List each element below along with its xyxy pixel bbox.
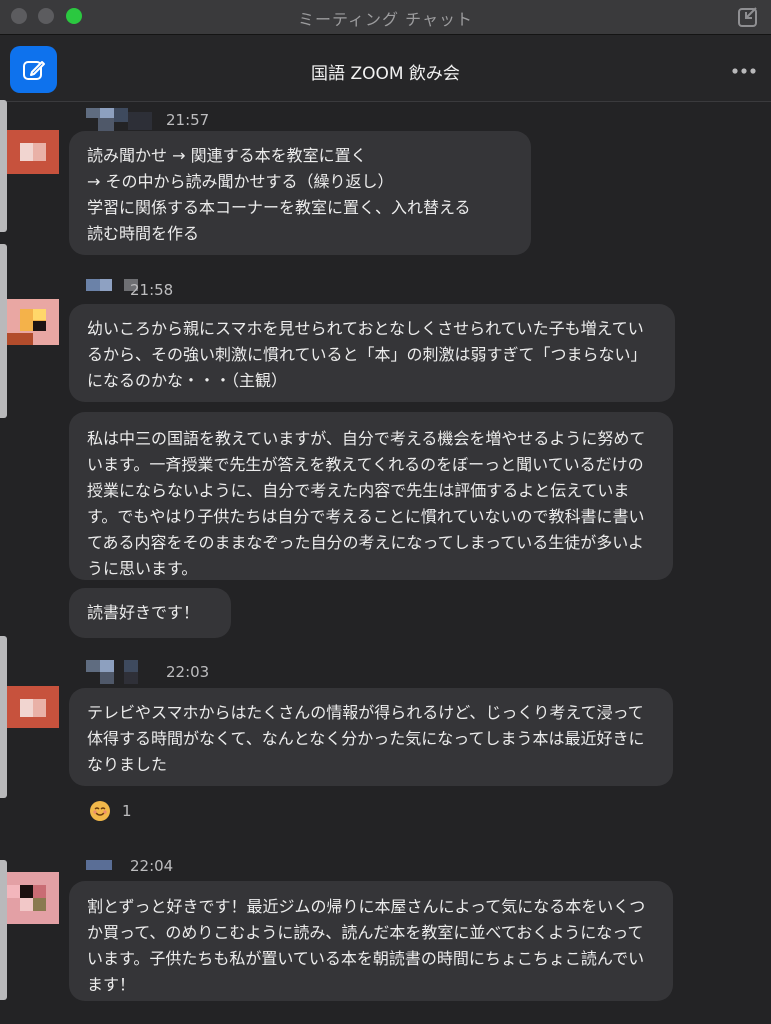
avatar[interactable]: [7, 130, 59, 182]
message-group-marker: [0, 860, 7, 1000]
message-group-marker: [0, 636, 7, 798]
more-options-icon[interactable]: [731, 67, 757, 75]
message-meta: 22:03: [86, 660, 226, 684]
sender-name: [86, 660, 100, 672]
reaction[interactable]: 1: [90, 801, 132, 821]
sender-name: [100, 672, 114, 684]
reaction-count: 1: [122, 802, 132, 820]
message-timestamp: 22:03: [166, 663, 210, 681]
sender-name: [98, 118, 114, 132]
message-meta: 21:57: [86, 108, 226, 132]
message-bubble[interactable]: 幼いころから親にスマホを見せられておとなしくさせられていた子も増えているから、そ…: [69, 304, 675, 402]
message-group-marker: [0, 244, 7, 418]
window-titlebar: ミーティング チャット: [0, 0, 771, 35]
smiling-face-icon: [90, 801, 110, 821]
message-meta: 22:04: [86, 854, 226, 878]
message-group-marker: [0, 100, 7, 232]
popout-icon[interactable]: [737, 6, 759, 28]
sender-name: [124, 660, 138, 672]
sender-name: [128, 112, 152, 130]
message-bubble[interactable]: 読書好きです！: [69, 588, 231, 638]
message-timestamp: 21:58: [130, 281, 174, 299]
sender-name: [86, 279, 100, 291]
chat-header: 国語 ZOOM 飲み会: [0, 35, 771, 102]
message-bubble[interactable]: 読み聞かせ → 関連する本を教室に置く → その中から読み聞かせする（繰り返し）…: [69, 131, 531, 255]
sender-name: [124, 672, 138, 684]
message-bubble[interactable]: テレビやスマホからはたくさんの情報が得られるけど、じっくり考えて浸って体得する時…: [69, 688, 673, 786]
message-meta: 21:58: [86, 278, 226, 302]
message-timestamp: 21:57: [166, 111, 210, 129]
sender-name: [86, 860, 112, 870]
avatar[interactable]: [7, 686, 59, 738]
sender-name: [100, 279, 112, 291]
chat-title: 国語 ZOOM 飲み会: [311, 64, 460, 84]
sender-name: [86, 108, 100, 118]
message-timestamp: 22:04: [130, 857, 174, 875]
avatar[interactable]: [7, 872, 59, 924]
message-bubble[interactable]: 割とずっと好きです！最近ジムの帰りに本屋さんによって気になる本をいくつか買って、…: [69, 881, 673, 1001]
sender-name: [114, 108, 128, 122]
message-bubble[interactable]: 私は中三の国語を教えていますが、自分で考える機会を増やせるように努めています。一…: [69, 412, 673, 580]
window-title: ミーティング チャット: [298, 10, 473, 29]
sender-name: [100, 108, 114, 118]
sender-name: [100, 660, 114, 672]
avatar[interactable]: [7, 299, 59, 351]
